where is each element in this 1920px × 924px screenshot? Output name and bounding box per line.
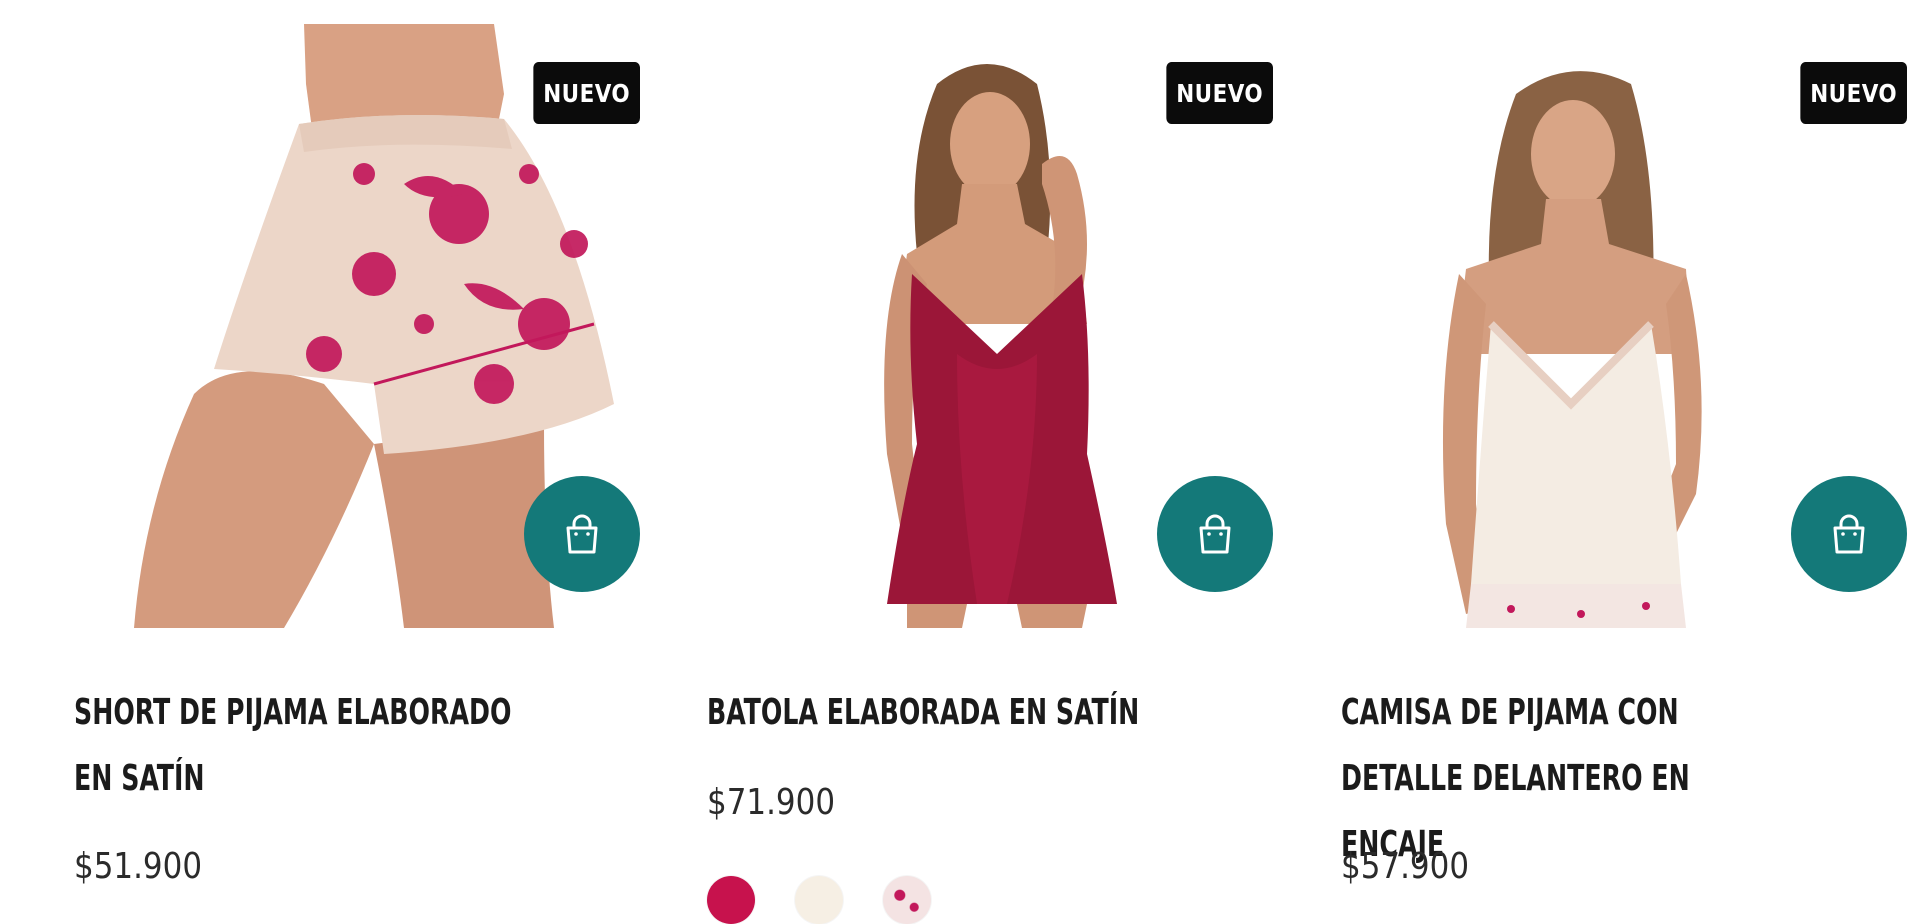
shopping-bag-icon: [566, 514, 598, 554]
add-to-cart-button[interactable]: [524, 476, 640, 592]
product-price: $71.900: [707, 782, 836, 823]
shopping-bag-icon: [1833, 514, 1865, 554]
add-to-cart-button[interactable]: [1157, 476, 1273, 592]
swatch-burgundy[interactable]: [707, 876, 755, 924]
new-badge: NUEVO: [1800, 62, 1907, 124]
product-title[interactable]: SHORT DE PIJAMA ELABORADO EN SATÍN: [74, 680, 526, 812]
product-image[interactable]: NUEVO: [707, 24, 1273, 628]
product-card: NUEVO SHORT DE PIJAMA ELABORADO EN SATÍN…: [74, 0, 640, 924]
add-to-cart-button[interactable]: [1791, 476, 1907, 592]
swatch-floral-print[interactable]: [883, 876, 931, 924]
color-swatches: [707, 876, 931, 924]
swatch-ivory[interactable]: [795, 876, 843, 924]
product-price: $57.900: [1341, 846, 1470, 887]
new-badge: NUEVO: [533, 62, 640, 124]
product-card: NUEVO CAMISA DE PIJAMA CON DETALLE DELAN…: [1341, 0, 1907, 924]
new-badge: NUEVO: [1166, 62, 1273, 124]
shopping-bag-icon: [1199, 514, 1231, 554]
product-card: NUEVO BATOLA ELABORADA EN SATÍN $71.900: [707, 0, 1273, 924]
product-image[interactable]: NUEVO: [1341, 24, 1907, 628]
product-price: $51.900: [74, 846, 203, 887]
product-grid: NUEVO SHORT DE PIJAMA ELABORADO EN SATÍN…: [0, 0, 1920, 924]
product-title[interactable]: BATOLA ELABORADA EN SATÍN: [707, 680, 1159, 746]
product-image[interactable]: NUEVO: [74, 24, 640, 628]
